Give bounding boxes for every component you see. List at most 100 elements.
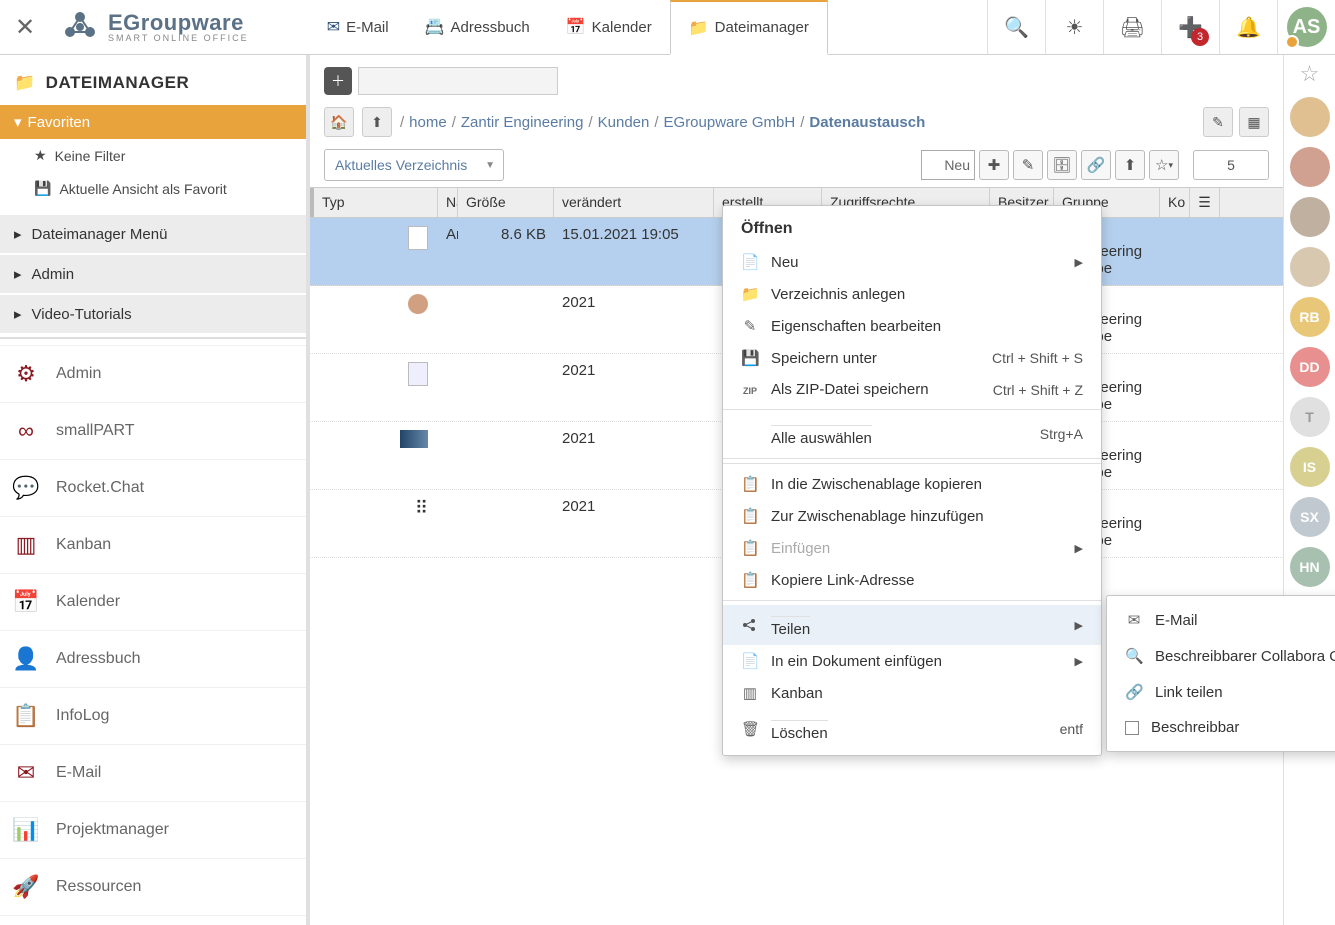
ctx-item[interactable]: 📄 Neu ▶ bbox=[723, 246, 1101, 278]
col-size[interactable]: Größe bbox=[458, 188, 554, 217]
sidebar-app-ressourcen[interactable]: 🚀 Ressourcen bbox=[0, 858, 306, 915]
breadcrumb-item[interactable]: Datenaustausch bbox=[809, 114, 925, 131]
ctx-item[interactable]: 🗑 Löschen entf bbox=[723, 709, 1101, 749]
submenu-icon: ✉ bbox=[1125, 611, 1143, 629]
tab-placeholder[interactable] bbox=[358, 67, 558, 95]
link-icon[interactable]: 🔗 bbox=[1081, 150, 1111, 180]
new-input[interactable] bbox=[921, 150, 975, 180]
sidebar-app-projektmanager[interactable]: 📊 Projektmanager bbox=[0, 801, 306, 858]
submenu-item[interactable]: 🔍 Beschreibbarer Collabora Online-Link bbox=[1107, 638, 1335, 674]
ctx-item[interactable]: 📁 Verzeichnis anlegen bbox=[723, 278, 1101, 310]
sidebar-link[interactable]: 💾 Aktuelle Ansicht als Favorit bbox=[0, 172, 306, 205]
print-icon[interactable]: 🖨 bbox=[1103, 0, 1161, 54]
grid-view-icon[interactable]: ▦ bbox=[1239, 107, 1269, 137]
submenu-item[interactable]: ✉ E-Mail ▶ bbox=[1107, 602, 1335, 638]
submenu-item[interactable]: 🔗 Link teilen bbox=[1107, 674, 1335, 710]
dateimanager-icon: 📁 bbox=[689, 18, 709, 38]
sidebar-collapse-item[interactable]: ▸ Dateimanager Menü bbox=[0, 215, 306, 253]
col-ko[interactable]: Ko bbox=[1160, 188, 1190, 217]
submenu-icon: 🔗 bbox=[1125, 683, 1143, 701]
context-menu-header[interactable]: Öffnen bbox=[723, 212, 1101, 246]
up-icon[interactable]: ⬆ bbox=[362, 107, 392, 137]
close-icon[interactable]: ✕ bbox=[0, 13, 50, 42]
contact-avatar[interactable] bbox=[1290, 197, 1330, 237]
sidebar-app-stundenzettel[interactable]: ⏱ Stundenzettel bbox=[0, 915, 306, 925]
ctx-item[interactable]: ✎ Eigenschaften bearbeiten bbox=[723, 310, 1101, 342]
col-name[interactable]: Na bbox=[438, 188, 458, 217]
file-thumb bbox=[310, 428, 438, 454]
notifications-icon[interactable]: 🔔 bbox=[1219, 0, 1277, 54]
sidebar-app-smallpart[interactable]: ∞ smallPART bbox=[0, 402, 306, 459]
sidebar-app-infolog[interactable]: 📋 InfoLog bbox=[0, 687, 306, 744]
sidebar-collapse-item[interactable]: ▸ Admin bbox=[0, 255, 306, 293]
tab-dateimanager[interactable]: 📁 Dateimanager bbox=[670, 0, 828, 55]
archive-icon[interactable]: 🗄 bbox=[1047, 150, 1077, 180]
add-icon[interactable]: ➕3 bbox=[1161, 0, 1219, 54]
ctx-item[interactable]: 💾 Speichern unter Ctrl + Shift + S bbox=[723, 342, 1101, 374]
search-icon[interactable]: 🔍 bbox=[987, 0, 1045, 54]
save-icon: 💾 bbox=[34, 180, 51, 197]
sidebar-collapse-item[interactable]: ▸ Video-Tutorials bbox=[0, 295, 306, 333]
sidebar-app-e-mail[interactable]: ✉ E-Mail bbox=[0, 744, 306, 801]
star-icon[interactable]: ☆ bbox=[1300, 61, 1320, 87]
col-typ[interactable]: Typ bbox=[310, 188, 438, 217]
add-tab-button[interactable]: ＋ bbox=[324, 67, 352, 95]
sidebar-link[interactable]: ★ Keine Filter bbox=[0, 139, 306, 172]
user-avatar[interactable]: AS bbox=[1277, 0, 1335, 54]
contact-avatar[interactable] bbox=[1290, 97, 1330, 137]
ctx-item[interactable]: 📄 In ein Dokument einfügen ▶ bbox=[723, 645, 1101, 677]
sidebar-app-adressbuch[interactable]: 👤 Adressbuch bbox=[0, 630, 306, 687]
contact-avatar[interactable]: DD bbox=[1290, 347, 1330, 387]
edit-icon[interactable]: ✎ bbox=[1013, 150, 1043, 180]
col-modified[interactable]: verändert bbox=[554, 188, 714, 217]
tab-adressbuch[interactable]: 📇 Adressbuch bbox=[407, 0, 548, 54]
contact-avatar[interactable]: RB bbox=[1290, 297, 1330, 337]
main: ＋ 🏠 ⬆ /home / Zantir Engineering / Kunde… bbox=[310, 55, 1283, 925]
breadcrumb-item[interactable]: EGroupware GmbH bbox=[664, 114, 796, 131]
favorite-icon[interactable]: ☆▾ bbox=[1149, 150, 1179, 180]
home-icon[interactable]: 🏠 bbox=[324, 107, 354, 137]
sidebar-title: 📁 DATEIMANAGER bbox=[0, 55, 306, 105]
contact-avatar[interactable]: SX bbox=[1290, 497, 1330, 537]
contact-avatar[interactable]: T bbox=[1290, 397, 1330, 437]
tab-e-mail[interactable]: ✉ E-Mail bbox=[309, 0, 407, 54]
sidebar-app-admin[interactable]: ⚙ Admin bbox=[0, 345, 306, 402]
ctx-item[interactable]: ▥ Kanban bbox=[723, 677, 1101, 709]
sidebar-app-kalender[interactable]: 📅 Kalender bbox=[0, 573, 306, 630]
directory-select[interactable]: Aktuelles Verzeichnis bbox=[324, 149, 504, 181]
checkbox-icon[interactable] bbox=[1125, 721, 1139, 735]
nav-tabs: ✉ E-Mail 📇 Adressbuch 📅 Kalender 📁 Datei… bbox=[309, 0, 828, 54]
contact-avatar[interactable] bbox=[1290, 147, 1330, 187]
new-folder-icon[interactable]: ✚ bbox=[979, 150, 1009, 180]
breadcrumb-item[interactable]: home bbox=[409, 114, 447, 131]
ctx-item[interactable]: Teilen ▶ bbox=[723, 605, 1101, 645]
sidebar-favorites-header[interactable]: ▾ Favoriten bbox=[0, 105, 306, 139]
projektmanager-icon: 📊 bbox=[12, 816, 40, 844]
ctx-icon: 📁 bbox=[741, 285, 759, 303]
ressourcen-icon: 🚀 bbox=[12, 873, 40, 901]
col-menu-icon[interactable]: ☰ bbox=[1190, 188, 1220, 217]
sidebar-app-rocket.chat[interactable]: 💬 Rocket.Chat bbox=[0, 459, 306, 516]
tab-kalender[interactable]: 📅 Kalender bbox=[548, 0, 670, 54]
contact-avatar[interactable]: IS bbox=[1290, 447, 1330, 487]
ctx-item[interactable]: 📋 In die Zwischenablage kopieren bbox=[723, 468, 1101, 500]
upload-icon[interactable]: ⬆ bbox=[1115, 150, 1145, 180]
sidebar-app-kanban[interactable]: ▥ Kanban bbox=[0, 516, 306, 573]
edit-path-icon[interactable]: ✎ bbox=[1203, 107, 1233, 137]
submenu-item[interactable]: Beschreibbar bbox=[1107, 710, 1335, 745]
ctx-item[interactable]: 📋 Einfügen ▶ bbox=[723, 532, 1101, 564]
ctx-item[interactable]: Alle auswählen Strg+A bbox=[723, 414, 1101, 454]
chevron-right-icon: ▸ bbox=[14, 265, 22, 283]
breadcrumb-item[interactable]: Zantir Engineering bbox=[461, 114, 584, 131]
ctx-icon: 🗑 bbox=[741, 720, 759, 738]
breadcrumb-item[interactable]: Kunden bbox=[598, 114, 650, 131]
chevron-down-icon: ▾ bbox=[14, 113, 22, 131]
ctx-item[interactable]: 📋 Kopiere Link-Adresse bbox=[723, 564, 1101, 596]
ctx-item[interactable]: ZIP Als ZIP-Datei speichern Ctrl + Shift… bbox=[723, 374, 1101, 405]
contact-avatar[interactable] bbox=[1290, 247, 1330, 287]
contact-avatar[interactable]: HN bbox=[1290, 547, 1330, 587]
ctx-item[interactable]: 📋 Zur Zwischenablage hinzufügen bbox=[723, 500, 1101, 532]
ctx-icon: ZIP bbox=[741, 381, 759, 398]
logo[interactable]: EGroupware SMART ONLINE OFFICE bbox=[50, 7, 259, 47]
theme-icon[interactable]: ☀ bbox=[1045, 0, 1103, 54]
